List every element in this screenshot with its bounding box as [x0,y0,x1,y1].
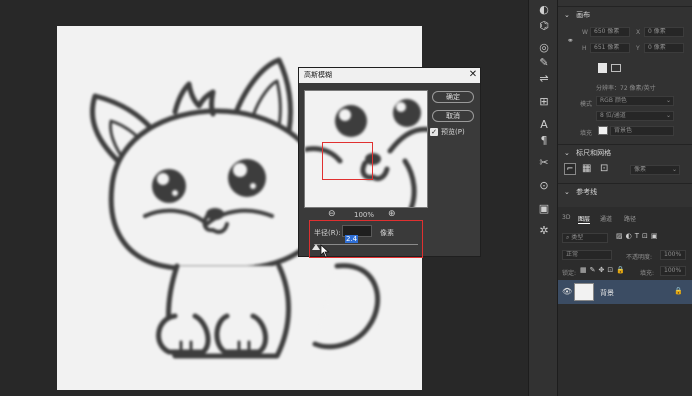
layer-fill-label: 填充: [640,270,655,277]
tab-layers[interactable]: 图层 [578,214,591,224]
layer-fill-value: 100% [664,267,682,274]
transform-icon[interactable]: ▣ [535,201,553,217]
dialog-title: 高斯模糊 [299,68,480,83]
eraser-icon[interactable]: ⌬ [535,18,553,34]
zoom-in-icon[interactable]: ⊕ [388,209,396,219]
ruler-unit-value: 像素 [634,166,647,173]
chevron-down-icon: ⌄ [564,188,570,196]
y-label: Y [636,45,640,52]
rulers-section-title: 标尺和网格 [576,149,612,157]
landscape-orientation-icon[interactable] [611,64,621,72]
close-icon[interactable]: ✕ [467,69,479,81]
mouse-cursor [320,244,330,258]
depth-select[interactable]: 8 位/通道 ⌄ [596,111,674,121]
gaussian-blur-dialog: 高斯模糊 ✕ 确定 取消 ✓ 预览(P) ⊖ 100% ⊕ 半径(R): 2.4… [298,67,481,258]
opacity-field[interactable]: 100% [660,250,686,260]
y-value: 0 像素 [648,44,666,51]
height-label: H [582,45,587,52]
preview-window[interactable] [304,90,428,208]
height-value: 651 像素 [594,44,620,51]
tab-paths[interactable]: 路径 [624,214,636,223]
pen-icon[interactable]: ✂ [535,155,553,171]
mode-select[interactable]: RGB 颜色 ⌄ [596,96,674,106]
guides-section[interactable]: ⌄ 参考线 [564,187,692,197]
mode-value: RGB 颜色 [600,97,627,104]
ruler-icon[interactable]: ⌐ [564,163,576,175]
preview-checkbox[interactable]: ✓ [430,128,438,136]
right-panels: ⌄ 画布 W 650 像素 X 0 像素 ⚭ H 651 像素 Y 0 像素 分… [558,0,692,396]
lock-icons[interactable]: ▦✎✥⊡🔒 [580,266,628,274]
lasso-icon[interactable]: ✎ [535,55,553,71]
chevron-down-icon: ⌄ [671,166,677,173]
zoom-out-icon[interactable]: ⊖ [328,209,336,219]
x-field[interactable]: 0 像素 [644,27,684,37]
blend-mode-value: 正常 [566,251,579,258]
layer-fill-field[interactable]: 100% [660,266,686,276]
rulers-section[interactable]: ⌄ 标尺和网格 [564,148,692,158]
chevron-down-icon: ⌄ [665,97,671,104]
preview-focus-highlight [322,142,373,180]
wand-icon[interactable]: ⇌ [535,71,553,87]
guides-icon[interactable]: ⊡ [600,163,608,174]
link-icon[interactable]: ⚭ [567,36,574,45]
layer-thumbnail [574,283,594,301]
fill-select[interactable]: 背景色 [610,126,674,136]
tab-channels[interactable]: 通道 [600,214,612,223]
grid-icon[interactable]: ▦ [582,163,591,174]
fill-swatch[interactable] [598,126,608,135]
canvas-section[interactable]: ⌄ 画布 [564,10,692,20]
chevron-down-icon: ⌄ [665,112,671,119]
lock-label: 锁定: [562,270,577,277]
layer-filter-icons[interactable]: ▨◐T⊡▣ [616,232,660,240]
ok-button[interactable]: 确定 [432,91,474,103]
align-icon[interactable]: ⊞ [535,94,553,110]
layers-tab-bar: 3D 图层 通道 路径 [558,212,692,224]
chevron-down-icon: ⌄ [564,149,570,157]
layer-row[interactable]: 👁 背景 🔒 [558,280,692,304]
fill-label: 填充 [580,130,593,137]
opacity-value: 100% [664,251,682,258]
cancel-button[interactable]: 取消 [432,110,474,122]
brush-icon[interactable]: ◎ [535,40,553,56]
eye-icon[interactable]: 👁 [562,287,572,296]
blend-mode-select[interactable]: 正常 [562,250,612,260]
tab-3d[interactable]: 3D [562,214,570,221]
x-value: 0 像素 [648,28,666,35]
portrait-orientation-icon[interactable] [598,63,607,73]
layer-name: 背景 [600,289,614,297]
width-label: W [582,29,588,36]
layer-kind-filter[interactable]: ⌕ 类型 [562,233,608,243]
tool-strip: ◐ ⌬ ◎ ✎ ⇌ ⊞ A ¶ ✂ ⊙ ▣ ✲ [528,0,558,396]
paragraph-icon[interactable]: ¶ [535,133,553,149]
chevron-down-icon: ⌄ [564,11,570,19]
y-field[interactable]: 0 像素 [644,43,684,53]
crop-icon[interactable]: ⊙ [535,178,553,194]
mode-label: 模式 [580,101,593,108]
layer-kind-value: 类型 [571,234,584,241]
slice-icon[interactable]: ◐ [535,2,553,18]
height-field[interactable]: 651 像素 [590,43,630,53]
width-value: 650 像素 [594,28,620,35]
canvas-section-title: 画布 [576,11,591,19]
resolution-text: 分辨率：72 像素/英寸 [596,85,656,92]
zoom-level: 100% [354,211,375,219]
guides-section-title: 参考线 [576,188,598,196]
preview-label: 预览(P) [441,128,465,136]
depth-value: 8 位/通道 [600,112,626,119]
width-field[interactable]: 650 像素 [590,27,630,37]
fill-value: 背景色 [614,127,633,134]
3d-icon[interactable]: ✲ [535,223,553,239]
x-label: X [636,29,641,36]
lock-icon: 🔒 [674,287,683,295]
type-icon[interactable]: A [535,117,553,133]
opacity-label: 不透明度: [626,254,653,261]
ruler-unit-select[interactable]: 像素 ⌄ [630,165,680,175]
